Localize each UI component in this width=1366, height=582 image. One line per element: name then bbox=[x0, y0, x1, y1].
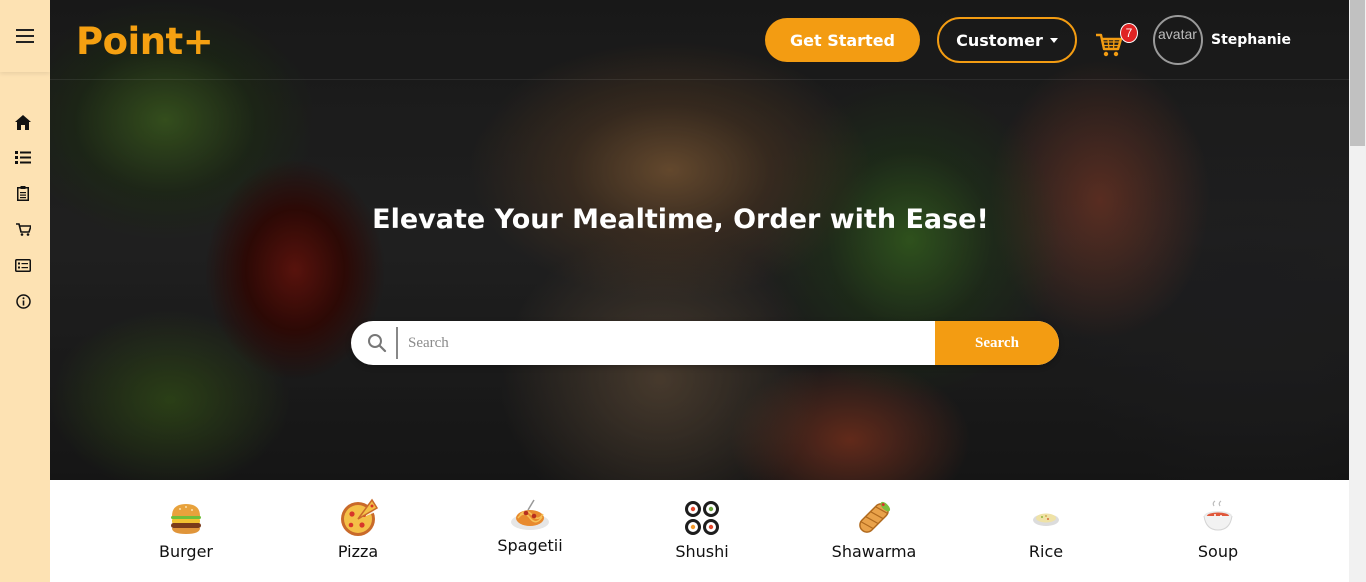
category-label: Shushi bbox=[675, 542, 729, 561]
username[interactable]: Stephanie bbox=[1211, 32, 1291, 48]
shopping-cart-icon[interactable] bbox=[1095, 32, 1123, 58]
id-card-icon bbox=[15, 258, 31, 272]
sidebar-item-info[interactable] bbox=[14, 292, 32, 310]
menu-toggle-button[interactable] bbox=[0, 0, 50, 72]
scrollbar-thumb[interactable] bbox=[1350, 0, 1365, 146]
search-icon bbox=[368, 334, 387, 353]
search-divider bbox=[396, 327, 398, 359]
category-label: Spagetii bbox=[497, 536, 563, 555]
clipboard-icon bbox=[17, 185, 29, 201]
cart-icon bbox=[15, 222, 31, 236]
customer-dropdown-label: Customer bbox=[956, 30, 1043, 50]
avatar[interactable]: avatar bbox=[1153, 15, 1203, 65]
category-rice[interactable]: Rice bbox=[986, 498, 1106, 561]
category-bar: Burger Pizza Spagetii Shushi Shawarma Ri… bbox=[50, 480, 1349, 582]
hero-banner bbox=[50, 0, 1349, 480]
category-pizza[interactable]: Pizza bbox=[298, 498, 418, 561]
hero-headline: Elevate Your Mealtime, Order with Ease! bbox=[372, 204, 989, 235]
category-label: Rice bbox=[1028, 542, 1064, 561]
soup-icon bbox=[1203, 500, 1233, 531]
burger-icon bbox=[171, 504, 201, 534]
category-label: Shawarma bbox=[831, 542, 917, 561]
spaghetti-icon bbox=[511, 499, 549, 530]
pizza-icon bbox=[341, 498, 378, 536]
list-icon bbox=[15, 150, 31, 164]
customer-dropdown[interactable]: Customer bbox=[937, 17, 1077, 63]
category-shushi[interactable]: Shushi bbox=[642, 498, 762, 561]
header-divider bbox=[50, 79, 1349, 80]
sidebar-item-home[interactable] bbox=[14, 113, 32, 131]
sidebar bbox=[0, 0, 50, 582]
get-started-button[interactable]: Get Started bbox=[765, 18, 920, 62]
avatar-alt-text: avatar bbox=[1158, 26, 1197, 42]
logo[interactable]: Point+ bbox=[76, 20, 214, 63]
sushi-icon bbox=[685, 501, 719, 535]
rice-icon bbox=[1033, 513, 1059, 526]
category-soup[interactable]: Soup bbox=[1158, 498, 1278, 561]
search-bar: Search bbox=[351, 321, 1059, 365]
hamburger-icon bbox=[16, 29, 34, 43]
cart-count-badge: 7 bbox=[1120, 23, 1138, 43]
sidebar-item-cart[interactable] bbox=[14, 220, 32, 238]
category-label: Pizza bbox=[337, 542, 379, 561]
shawarma-icon bbox=[859, 501, 891, 533]
category-burger[interactable]: Burger bbox=[126, 498, 246, 561]
category-label: Burger bbox=[159, 542, 213, 561]
info-icon bbox=[15, 293, 31, 309]
category-shawarma[interactable]: Shawarma bbox=[814, 498, 934, 561]
search-input[interactable] bbox=[401, 321, 931, 365]
category-spagetii[interactable]: Spagetii bbox=[470, 498, 590, 555]
search-button[interactable]: Search bbox=[935, 321, 1059, 365]
caret-down-icon bbox=[1049, 37, 1058, 43]
sidebar-item-details[interactable] bbox=[14, 256, 32, 274]
home-icon bbox=[15, 114, 31, 130]
category-label: Soup bbox=[1197, 542, 1239, 561]
sidebar-item-orders[interactable] bbox=[14, 184, 32, 202]
sidebar-item-list[interactable] bbox=[14, 148, 32, 166]
